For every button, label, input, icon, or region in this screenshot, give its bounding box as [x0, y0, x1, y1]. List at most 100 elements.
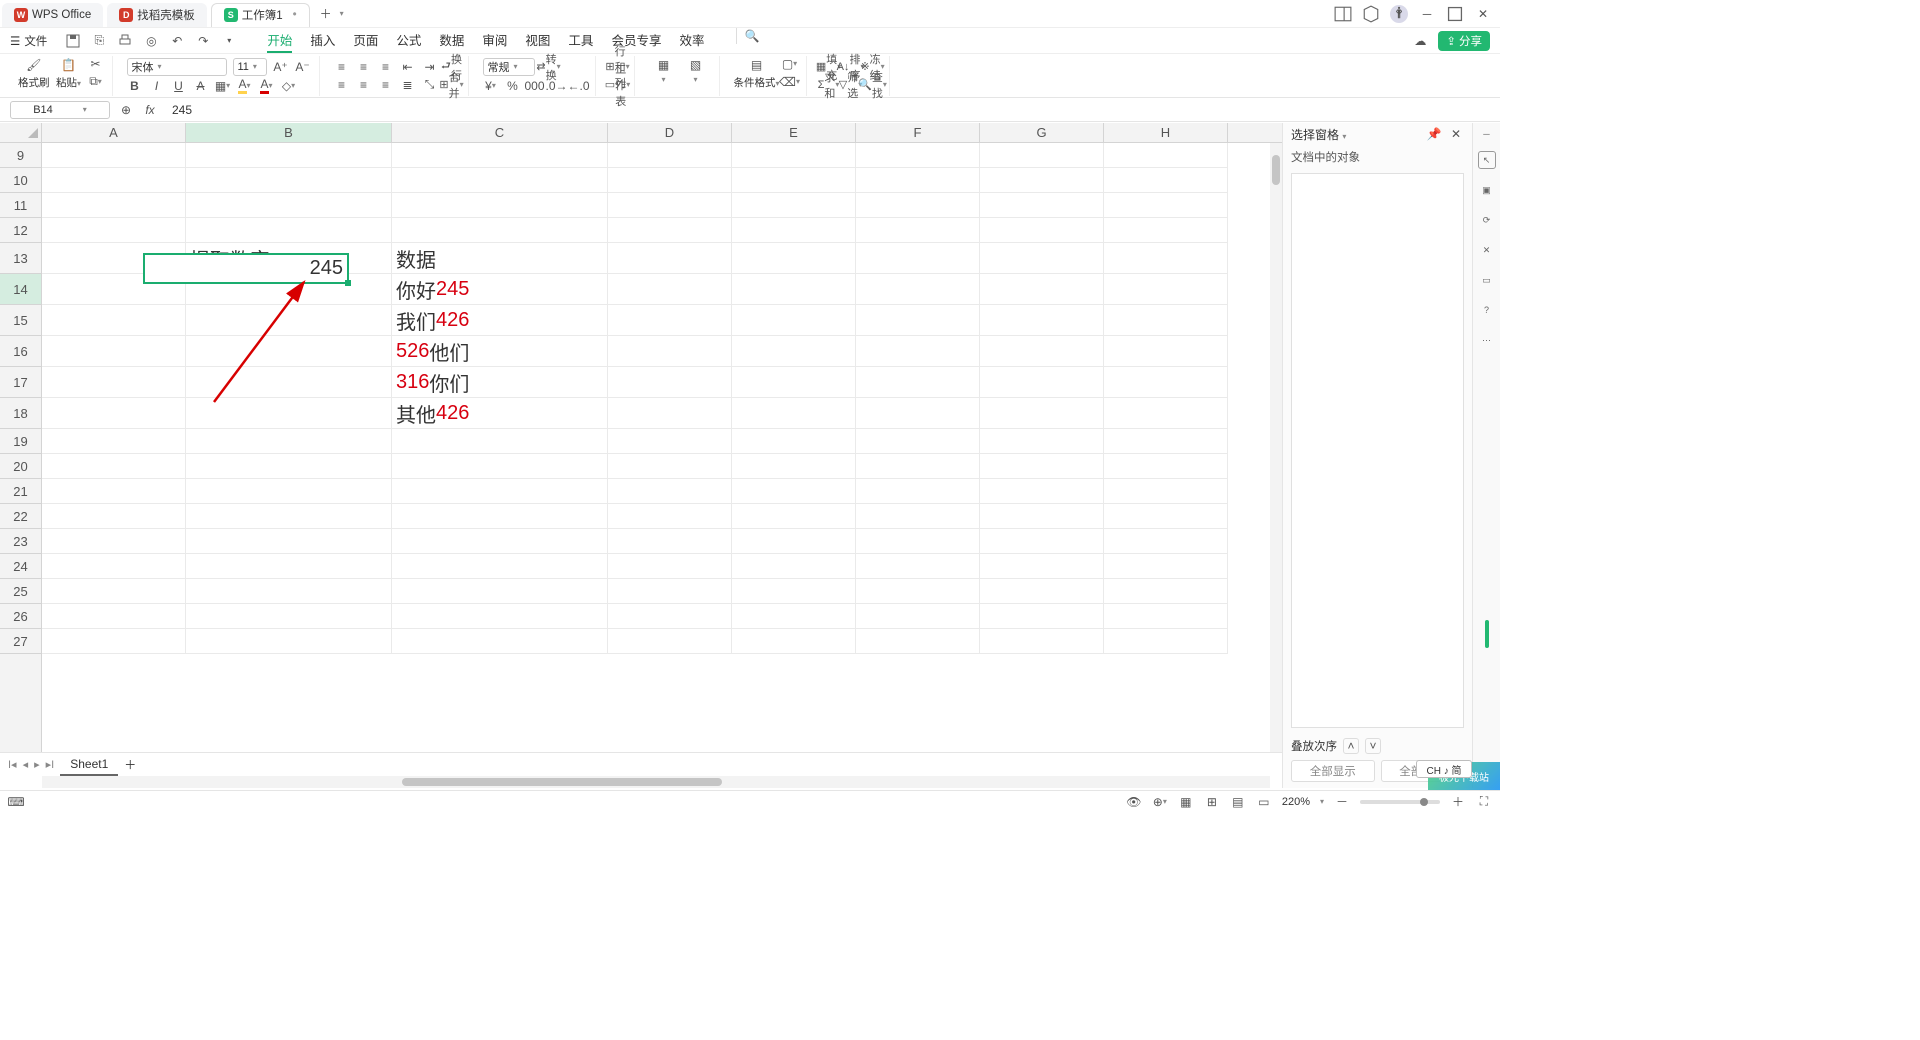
formula-input[interactable]: 245 — [166, 103, 192, 117]
align-middle-icon[interactable]: ≡ — [356, 59, 372, 75]
cell[interactable]: 数据 — [392, 243, 608, 274]
cell[interactable] — [732, 367, 856, 398]
col-header[interactable]: B — [186, 123, 392, 142]
cell[interactable] — [42, 367, 186, 398]
col-header[interactable]: D — [608, 123, 732, 142]
cell[interactable] — [42, 168, 186, 193]
indent-decrease-icon[interactable]: ⇤ — [400, 59, 416, 75]
paint-icon[interactable]: ▢▾ — [782, 56, 798, 72]
row-header[interactable]: 24 — [0, 554, 41, 579]
vertical-scrollbar[interactable] — [1270, 143, 1282, 764]
cell[interactable] — [856, 479, 980, 504]
sum-button[interactable]: Σ 求和▾ — [821, 77, 837, 93]
send-backward-icon[interactable]: ˅ — [1365, 738, 1381, 754]
qat-dropdown[interactable]: ▾ — [221, 33, 237, 49]
more-icon[interactable]: ⋯ — [1478, 331, 1496, 349]
cell[interactable] — [608, 367, 732, 398]
cell[interactable] — [186, 554, 392, 579]
tab-view[interactable]: 视图 — [525, 28, 550, 53]
cell[interactable] — [42, 504, 186, 529]
row-header[interactable]: 25 — [0, 579, 41, 604]
row-header[interactable]: 26 — [0, 604, 41, 629]
app-tab-workbook[interactable]: S 工作簿1 • — [211, 3, 310, 27]
cell[interactable] — [1104, 579, 1228, 604]
tab-efficiency[interactable]: 效率 — [679, 28, 704, 53]
font-color-icon[interactable]: A▾ — [259, 78, 275, 94]
cell[interactable] — [608, 554, 732, 579]
table-style-button[interactable]: ▦▾ — [649, 56, 679, 96]
cell[interactable] — [42, 398, 186, 429]
cell[interactable] — [608, 243, 732, 274]
border-icon[interactable]: ▦▾ — [215, 78, 231, 94]
cell[interactable] — [732, 554, 856, 579]
cell[interactable] — [980, 504, 1104, 529]
cell[interactable] — [608, 305, 732, 336]
cloud-icon[interactable]: ☁ — [1412, 33, 1428, 49]
find-button[interactable]: 🔍 查找▾ — [865, 77, 881, 93]
cell[interactable] — [42, 629, 186, 654]
search-icon[interactable]: 🔍 — [736, 28, 752, 44]
row-header[interactable]: 22 — [0, 504, 41, 529]
cell[interactable] — [980, 168, 1104, 193]
cell[interactable] — [980, 554, 1104, 579]
row-header[interactable]: 14 — [0, 274, 41, 305]
screenshot-icon[interactable]: ▣ — [1478, 181, 1496, 199]
filter-button[interactable]: ▽ 筛选▾ — [843, 77, 859, 93]
cell[interactable] — [186, 529, 392, 554]
spreadsheet-grid[interactable]: ABCDEFGH 9101112131415161718192021222324… — [0, 123, 1282, 788]
panel-icon[interactable] — [1334, 5, 1352, 23]
cell[interactable] — [392, 554, 608, 579]
cell[interactable] — [392, 629, 608, 654]
cell[interactable] — [608, 629, 732, 654]
cell[interactable] — [732, 168, 856, 193]
col-header[interactable]: F — [856, 123, 980, 142]
copy-icon[interactable]: ⧉▾ — [88, 74, 104, 90]
collapse-strip-icon[interactable]: ─ — [1483, 129, 1489, 139]
cell[interactable] — [732, 143, 856, 168]
cell[interactable] — [732, 479, 856, 504]
cell[interactable] — [732, 504, 856, 529]
eye-icon[interactable]: 👁 — [1126, 794, 1142, 810]
row-header[interactable]: 16 — [0, 336, 41, 367]
cell[interactable] — [856, 529, 980, 554]
clear-format-icon[interactable]: ◇▾ — [281, 78, 297, 94]
cell[interactable] — [980, 336, 1104, 367]
cell[interactable] — [980, 143, 1104, 168]
cell[interactable] — [856, 579, 980, 604]
align-left-icon[interactable]: ≡ — [334, 77, 350, 93]
cell[interactable] — [732, 454, 856, 479]
cell[interactable] — [42, 479, 186, 504]
cube-icon[interactable] — [1362, 5, 1380, 23]
cell[interactable] — [608, 604, 732, 629]
cell[interactable] — [732, 398, 856, 429]
cell[interactable] — [732, 336, 856, 367]
zoom-value[interactable]: 220% — [1282, 796, 1310, 808]
clear-icon[interactable]: ⌫▾ — [782, 74, 798, 90]
row-header[interactable]: 12 — [0, 218, 41, 243]
cell[interactable] — [856, 218, 980, 243]
zoom-in-icon[interactable]: ＋ — [1450, 794, 1466, 810]
cell[interactable]: 316你们 — [392, 367, 608, 398]
cell[interactable] — [732, 243, 856, 274]
pin-icon[interactable]: 📌 — [1426, 126, 1442, 142]
row-header[interactable]: 10 — [0, 168, 41, 193]
cell[interactable] — [856, 504, 980, 529]
align-top-icon[interactable]: ≡ — [334, 59, 350, 75]
cell[interactable] — [608, 168, 732, 193]
cell[interactable] — [1104, 479, 1228, 504]
view-layout-icon[interactable]: ▤ — [1230, 794, 1246, 810]
tab-page[interactable]: 页面 — [353, 28, 378, 53]
decrease-font-icon[interactable]: A⁻ — [295, 59, 311, 75]
indent-increase-icon[interactable]: ⇥ — [422, 59, 438, 75]
cell[interactable] — [1104, 243, 1228, 274]
cell[interactable] — [186, 454, 392, 479]
cell[interactable] — [186, 193, 392, 218]
show-all-button[interactable]: 全部显示 — [1291, 760, 1375, 782]
cell[interactable] — [1104, 143, 1228, 168]
font-size-select[interactable]: 11▾ — [233, 58, 267, 76]
cell[interactable] — [980, 529, 1104, 554]
cell[interactable] — [856, 243, 980, 274]
tab-review[interactable]: 审阅 — [482, 28, 507, 53]
cell[interactable] — [856, 454, 980, 479]
cell[interactable] — [186, 579, 392, 604]
